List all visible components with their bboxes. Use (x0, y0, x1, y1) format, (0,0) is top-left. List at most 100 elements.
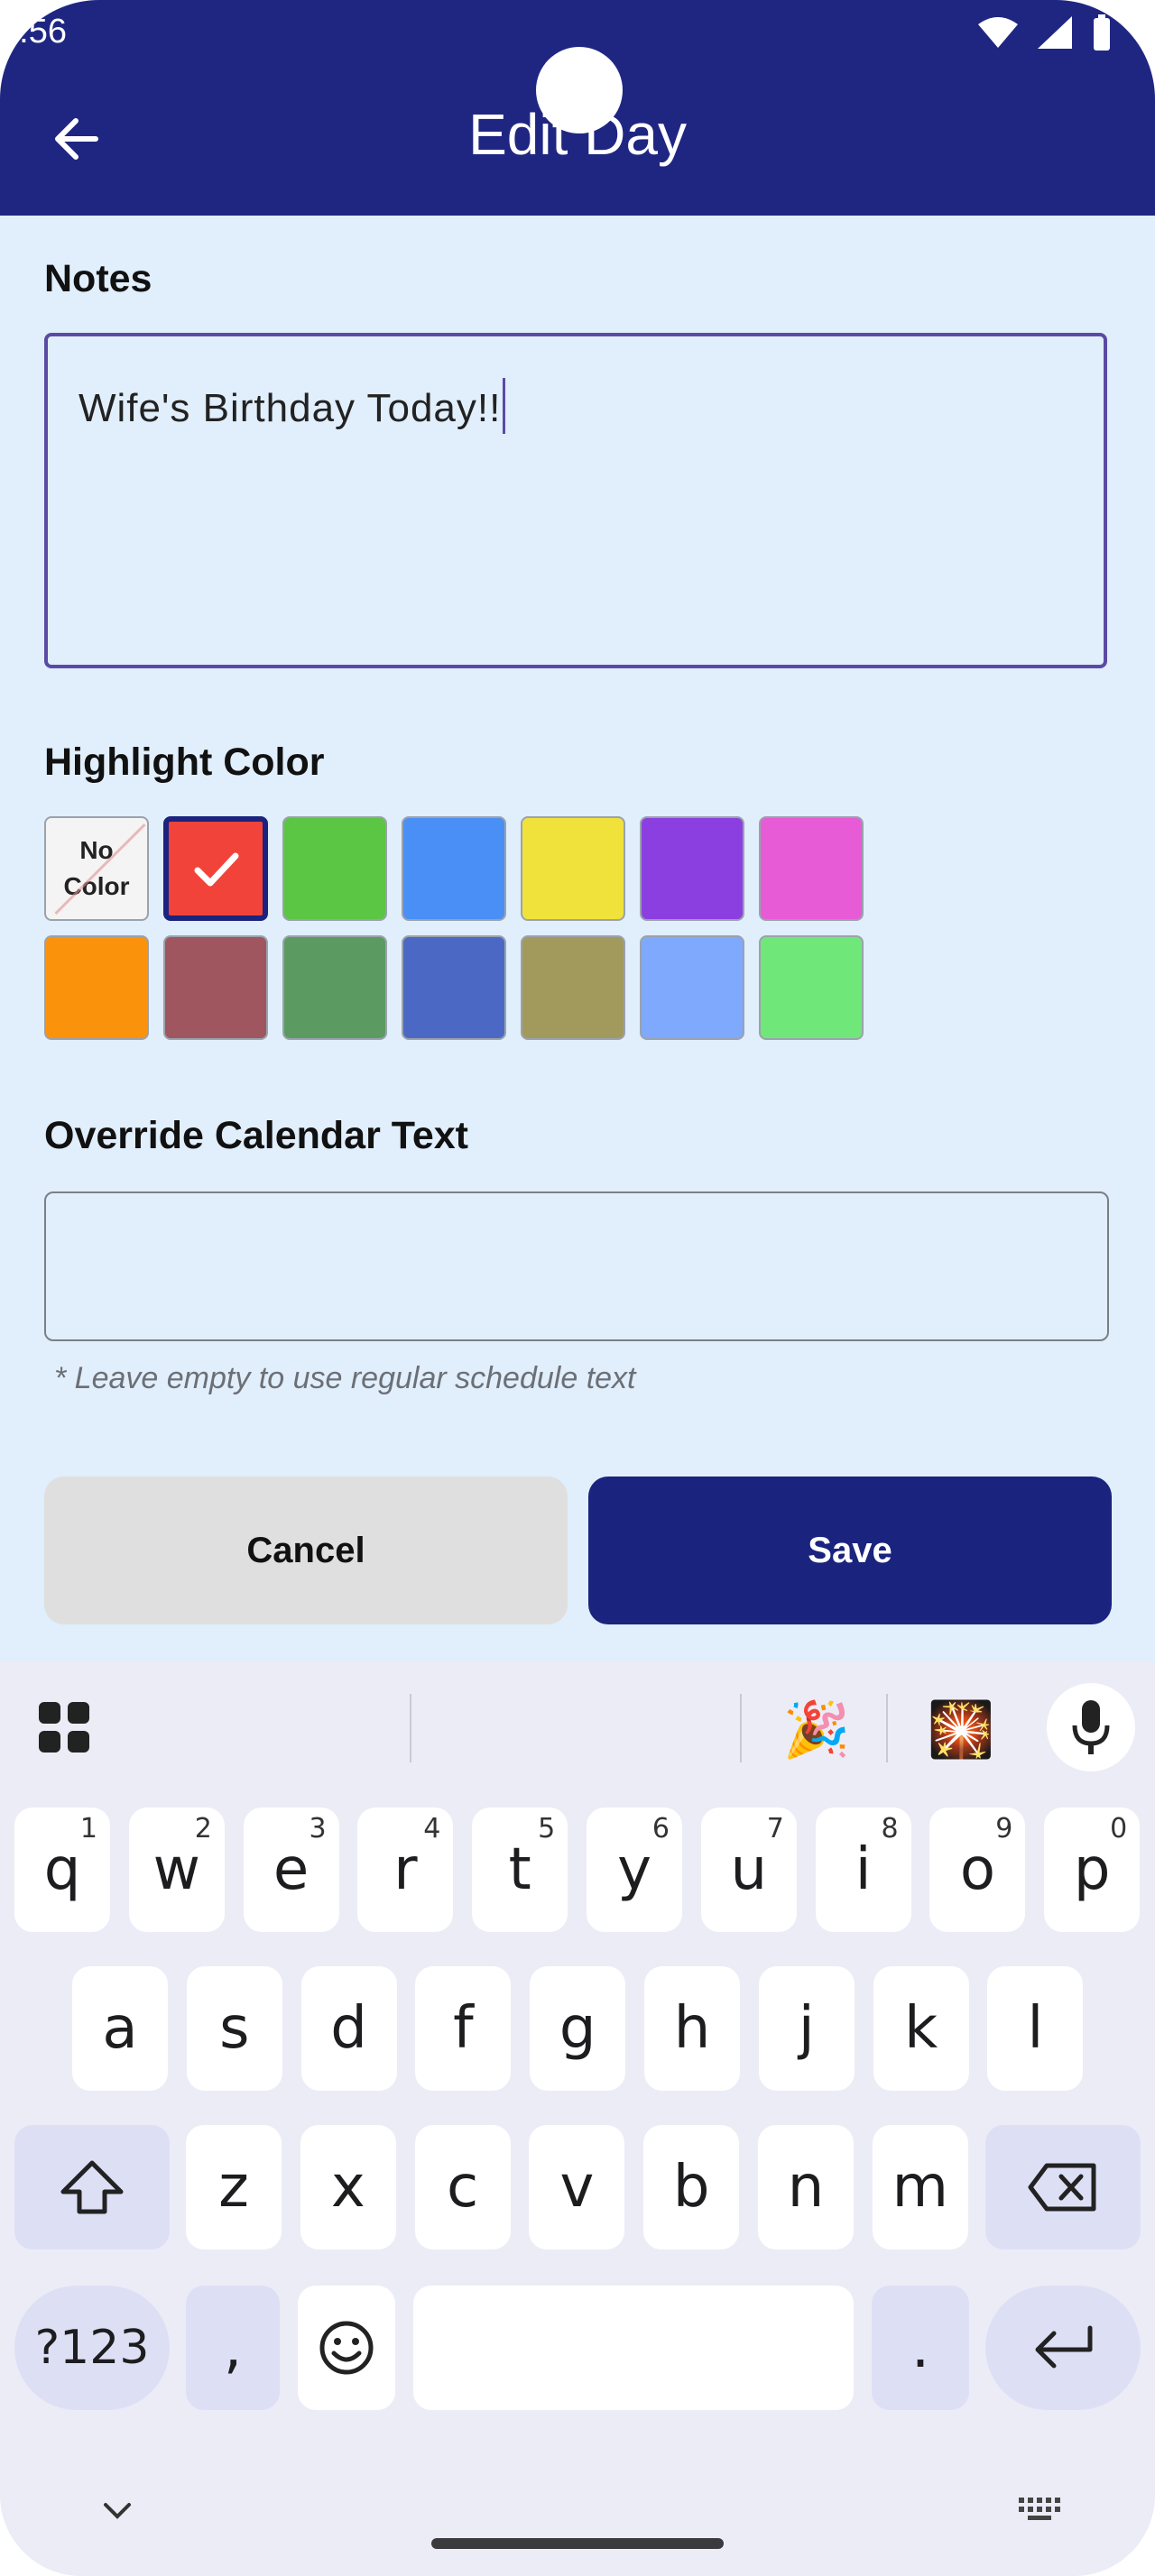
key-u[interactable]: u7 (700, 1808, 797, 1932)
color-swatch[interactable] (402, 816, 506, 921)
key-label: w (152, 1836, 200, 1903)
no-color-swatch[interactable]: No Color (44, 816, 149, 921)
app-bar: 5:56 Edit Day (0, 0, 1155, 216)
toolbar-divider (740, 1694, 742, 1762)
key-w[interactable]: w2 (128, 1808, 225, 1932)
key-hint-number: 8 (881, 1813, 899, 1845)
color-swatch[interactable] (282, 816, 387, 921)
key-hint-number: 7 (766, 1813, 784, 1845)
key-h[interactable]: h (644, 1966, 740, 2091)
status-time: 5:56 (0, 13, 67, 51)
key-r[interactable]: r4 (357, 1808, 454, 1932)
checkmark-icon (194, 852, 239, 887)
emoji-suggestion-sparkler[interactable]: 🎇 (920, 1688, 1002, 1770)
enter-key[interactable] (985, 2286, 1141, 2410)
notes-text: Wife's Birthday Today!! (79, 386, 502, 430)
key-d[interactable]: d (300, 1966, 397, 2091)
key-x[interactable]: x (300, 2125, 396, 2249)
enter-icon (1035, 2325, 1093, 2369)
notes-input[interactable]: Wife's Birthday Today!! (44, 333, 1107, 668)
key-hint-number: 1 (79, 1813, 97, 1845)
key-label: y (617, 1836, 651, 1903)
color-swatch[interactable] (759, 935, 864, 1040)
backspace-key[interactable] (985, 2125, 1141, 2249)
key-label: i (855, 1836, 872, 1903)
key-m[interactable]: m (872, 2125, 968, 2249)
color-swatch[interactable] (521, 816, 625, 921)
text-caret (503, 378, 506, 434)
color-swatch[interactable] (640, 816, 744, 921)
key-b[interactable]: b (643, 2125, 740, 2249)
phone-screen: 5:56 Edit Day No t es Wife's Birthday Toda… (0, 0, 1155, 2576)
page-title: Edit Day (468, 102, 687, 167)
key-k[interactable]: k (873, 1966, 969, 2091)
shift-icon (60, 2160, 124, 2214)
soft-keyboard: 🎉 🎇 q1w2e3r4t5y6u7i8o9p0 asdfghjkl zxcvb… (0, 1661, 1155, 2576)
key-s[interactable]: s (186, 1966, 282, 2091)
emoji-key[interactable] (298, 2286, 395, 2410)
voice-input-button[interactable] (1047, 1683, 1135, 1771)
symbols-key[interactable]: ?123 (14, 2286, 170, 2410)
smiley-icon (319, 2321, 374, 2375)
home-indicator[interactable] (431, 2538, 724, 2549)
no-color-line1: No (79, 836, 114, 864)
backspace-icon (1028, 2163, 1096, 2212)
key-i[interactable]: i8 (815, 1808, 911, 1932)
key-a[interactable]: a (72, 1966, 168, 2091)
override-text-input[interactable] (44, 1191, 1109, 1341)
shift-key[interactable] (14, 2125, 170, 2249)
key-e[interactable]: e3 (243, 1808, 339, 1932)
key-q[interactable]: q1 (14, 1808, 110, 1932)
key-label: u (730, 1836, 768, 1903)
key-hint-number: 3 (309, 1813, 327, 1845)
cancel-button[interactable]: Cancel (44, 1477, 568, 1624)
key-p[interactable]: p0 (1044, 1808, 1141, 1932)
key-label: e (273, 1836, 310, 1903)
grid-icon (39, 1702, 89, 1753)
key-o[interactable]: o9 (929, 1808, 1026, 1932)
key-g[interactable]: g (530, 1966, 626, 2091)
apps-grid-icon[interactable] (32, 1696, 96, 1759)
key-l[interactable]: l (987, 1966, 1084, 2091)
key-label: q (43, 1836, 81, 1903)
toolbar-divider (410, 1694, 411, 1762)
color-swatch[interactable] (163, 935, 268, 1040)
wifi-icon (978, 17, 1018, 48)
keyboard-switch-button[interactable] (1014, 2491, 1065, 2527)
color-swatch[interactable] (402, 935, 506, 1040)
key-label: p (1073, 1836, 1111, 1903)
emoji-suggestion-party[interactable]: 🎉 (776, 1688, 857, 1770)
signal-icon (1038, 16, 1072, 49)
key-f[interactable]: f (415, 1966, 512, 2091)
key-hint-number: 6 (651, 1813, 670, 1845)
space-key[interactable] (413, 2286, 854, 2410)
color-swatch[interactable] (759, 816, 864, 921)
color-swatch[interactable] (163, 816, 268, 921)
save-button[interactable]: Save (588, 1477, 1112, 1624)
key-hint-number: 5 (538, 1813, 556, 1845)
key-c[interactable]: c (414, 2125, 511, 2249)
hide-keyboard-button[interactable] (96, 2489, 139, 2533)
key-j[interactable]: j (758, 1966, 855, 2091)
key-hint-number: 9 (995, 1813, 1013, 1845)
key-v[interactable]: v (529, 2125, 625, 2249)
toolbar-divider (886, 1694, 888, 1762)
color-swatch[interactable] (640, 935, 744, 1040)
key-y[interactable]: y6 (587, 1808, 682, 1932)
chevron-down-icon (104, 2503, 131, 2519)
battery-icon (1094, 14, 1110, 51)
key-hint-number: 4 (423, 1813, 441, 1845)
key-t[interactable]: t5 (472, 1808, 568, 1932)
color-swatch[interactable] (44, 935, 149, 1040)
color-swatch[interactable] (521, 935, 625, 1040)
key-label: o (959, 1836, 995, 1903)
comma-key[interactable]: , (186, 2286, 280, 2410)
key-label: t (508, 1836, 531, 1903)
color-swatch[interactable] (282, 935, 387, 1040)
key-z[interactable]: z (186, 2125, 282, 2249)
key-n[interactable]: n (758, 2125, 854, 2249)
microphone-icon (1072, 1700, 1110, 1754)
override-hint: * Leave empty to use regular schedule te… (54, 1361, 636, 1395)
key-hint-number: 2 (194, 1813, 212, 1845)
period-key[interactable]: . (872, 2286, 969, 2410)
